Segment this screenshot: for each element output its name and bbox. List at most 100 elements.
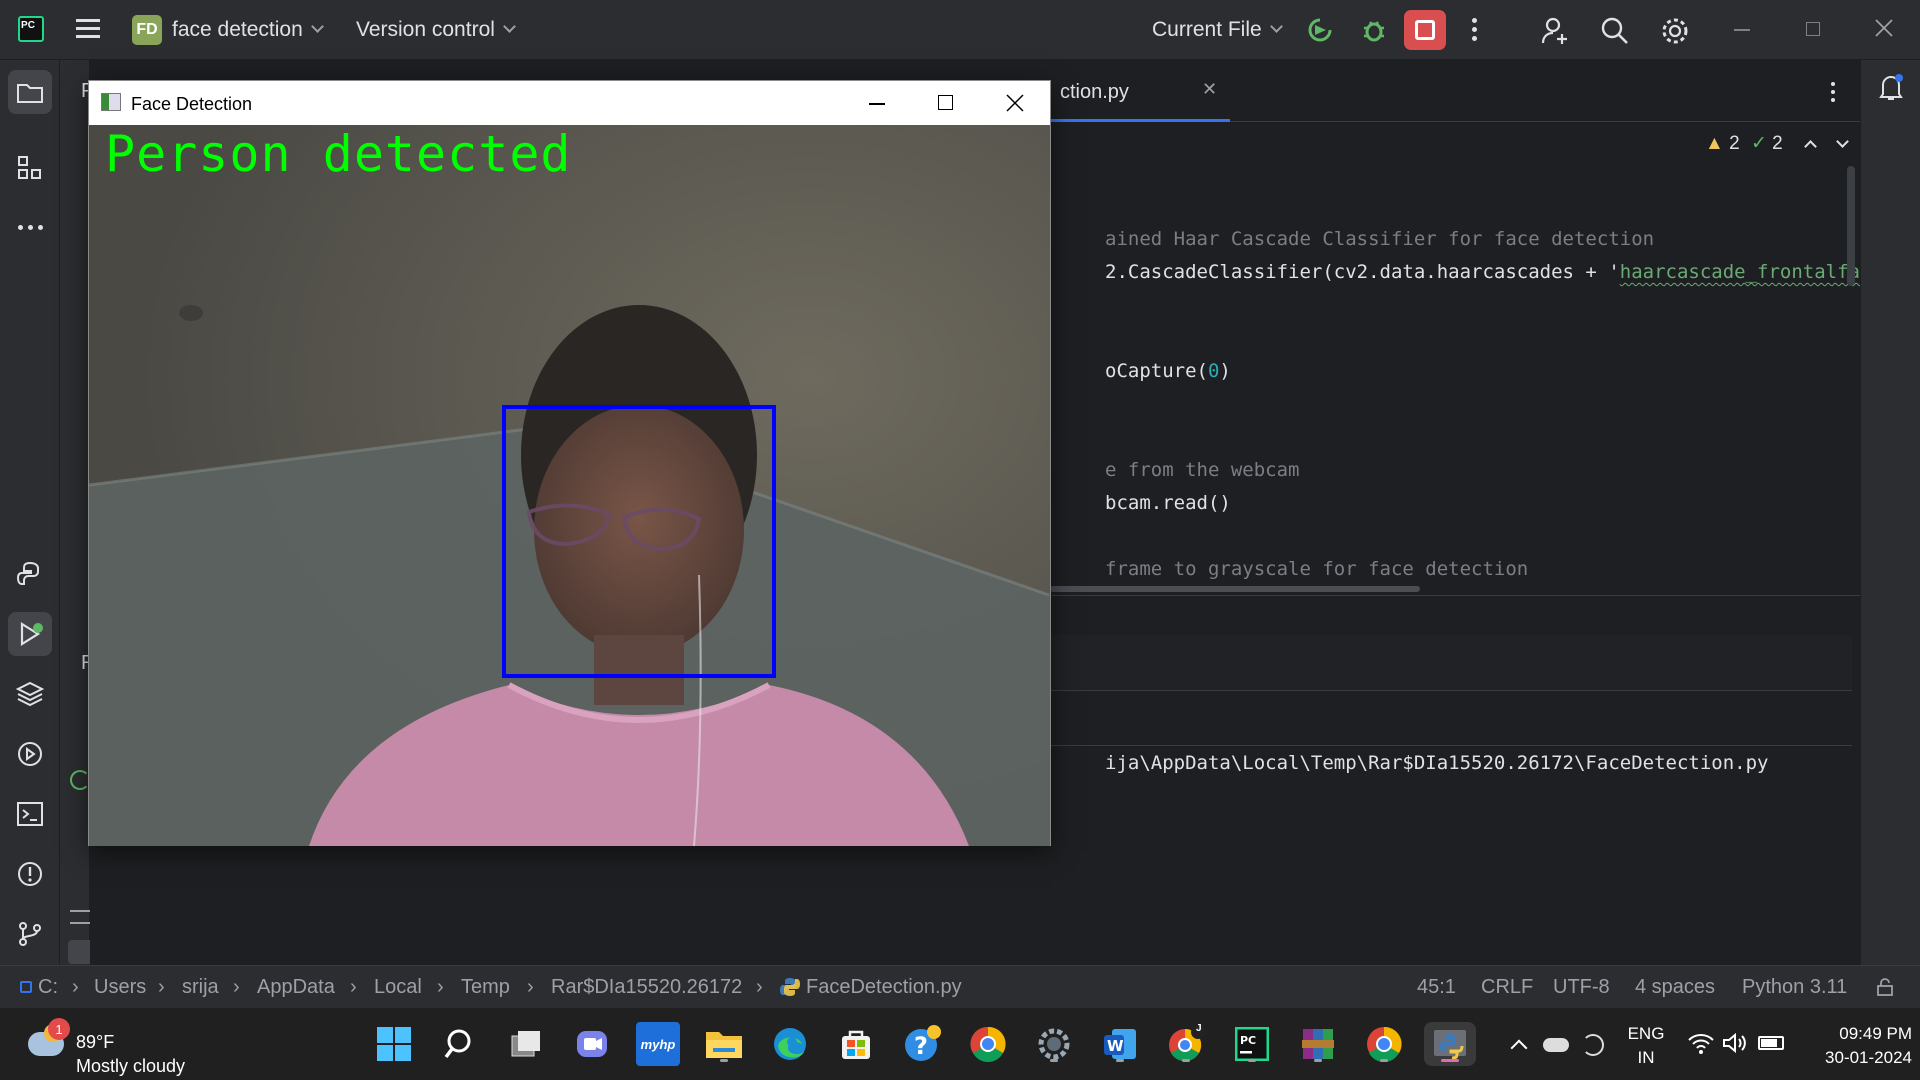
volume-icon[interactable]	[1722, 1032, 1748, 1054]
code-line-1[interactable]: ained Haar Cascade Classifier for face d…	[1105, 228, 1654, 250]
chrome-icon[interactable]	[966, 1022, 1010, 1066]
more-actions-icon[interactable]	[1472, 18, 1478, 42]
word-icon[interactable]: W	[1098, 1022, 1142, 1066]
code-line-2[interactable]: 2.CascadeClassifier(cv2.data.haarcascade…	[1105, 261, 1883, 283]
face-detection-window[interactable]: Face Detection Person detected	[88, 80, 1051, 846]
fd-maximize-icon[interactable]	[938, 95, 953, 110]
python-console-icon[interactable]	[16, 560, 44, 588]
tray-overflow-icon[interactable]	[1510, 1039, 1528, 1057]
terminal-icon[interactable]	[16, 800, 44, 828]
python-interpreter[interactable]: Python 3.11	[1742, 976, 1847, 999]
more-tools-icon[interactable]	[18, 225, 44, 231]
chrome-second-icon[interactable]	[1362, 1022, 1406, 1066]
drive-icon	[20, 981, 32, 993]
editor-v-scrollbar[interactable]	[1847, 166, 1855, 286]
run-output-line: ija\AppData\Local\Temp\Rar$DIa15520.2617…	[1105, 752, 1769, 774]
code-line-3[interactable]: oCapture(0)	[1105, 360, 1231, 382]
code-line-5[interactable]: bcam.read()	[1105, 492, 1231, 514]
code-line-4[interactable]: e from the webcam	[1105, 459, 1299, 481]
file-explorer-icon[interactable]	[702, 1022, 746, 1066]
ide-minimize-icon[interactable]	[1734, 29, 1750, 31]
stop-button[interactable]	[1404, 10, 1446, 50]
sync-icon[interactable]	[1582, 1034, 1604, 1056]
breadcrumb-item[interactable]: Local	[374, 976, 422, 999]
weather-widget[interactable]: 1 89°F Mostly cloudy	[18, 1018, 198, 1076]
detection-overlay-text: Person detected	[105, 125, 572, 183]
get-help-icon[interactable]: ?	[900, 1022, 944, 1066]
chrome-profile-icon[interactable]: J	[1164, 1022, 1208, 1066]
onedrive-icon[interactable]	[1543, 1038, 1569, 1052]
editor-h-scrollbar[interactable]	[1050, 586, 1420, 592]
main-menu-icon[interactable]	[76, 19, 100, 39]
wifi-icon[interactable]	[1688, 1032, 1714, 1054]
python-window-icon[interactable]	[1424, 1022, 1476, 1066]
lock-icon[interactable]	[1876, 978, 1894, 996]
next-highlight-icon[interactable]	[1836, 135, 1850, 148]
git-branch-icon[interactable]	[16, 920, 44, 948]
pycharm-taskbar-icon[interactable]: PC	[1230, 1022, 1274, 1066]
breadcrumb-item[interactable]: Temp	[461, 976, 510, 999]
project-badge: FD	[132, 15, 162, 45]
run-tool-icon[interactable]	[8, 612, 52, 656]
taskbar-search-icon[interactable]	[438, 1022, 482, 1066]
breadcrumb-separator-icon: ›	[72, 976, 79, 998]
add-user-icon[interactable]	[1540, 16, 1570, 46]
ide-restore-icon[interactable]	[1806, 22, 1820, 36]
pycharm-logo-icon[interactable]: PC	[18, 16, 44, 42]
caret-position[interactable]: 45:1	[1417, 976, 1456, 999]
tab-options-icon[interactable]	[1831, 82, 1836, 104]
breadcrumb-item[interactable]: Users	[94, 976, 146, 999]
myhp-app-icon[interactable]: myhp	[636, 1022, 680, 1066]
layers-icon[interactable]	[16, 680, 44, 708]
run-config-selector[interactable]: Current File	[1152, 18, 1283, 42]
indent-setting[interactable]: 4 spaces	[1635, 976, 1715, 999]
project-selector[interactable]: face detection	[172, 18, 324, 42]
task-view-icon[interactable]	[504, 1022, 548, 1066]
breadcrumb-item[interactable]: C:	[38, 976, 58, 999]
problems-icon[interactable]	[16, 860, 44, 888]
soft-wrap-icon[interactable]	[70, 910, 92, 924]
breadcrumb-item[interactable]: srija	[182, 976, 219, 999]
running-indicator	[1116, 1059, 1124, 1062]
teams-chat-icon[interactable]	[570, 1022, 614, 1066]
search-icon[interactable]	[1600, 16, 1630, 46]
right-tool-strip	[1860, 60, 1920, 965]
clock-time: 09:49 PM	[1839, 1024, 1912, 1043]
editor-tab-active[interactable]: ction.py ✕	[1048, 60, 1230, 122]
notifications-bell-icon[interactable]	[1877, 72, 1905, 102]
edge-browser-icon[interactable]	[768, 1022, 812, 1066]
winrar-icon[interactable]	[1296, 1022, 1340, 1066]
clock[interactable]: 09:49 PM 30-01-2024	[1800, 1022, 1912, 1070]
running-indicator	[1248, 1059, 1256, 1062]
services-icon[interactable]	[16, 740, 44, 768]
prev-highlight-icon[interactable]	[1804, 140, 1817, 153]
ide-close-icon[interactable]	[1874, 18, 1894, 38]
code-line-6[interactable]: frame to grayscale for face detection	[1105, 558, 1528, 580]
breadcrumb-item[interactable]: AppData	[257, 976, 335, 999]
breadcrumb-separator-icon: ›	[233, 976, 240, 998]
fd-titlebar[interactable]: Face Detection	[89, 81, 1050, 125]
breadcrumb-item[interactable]: FaceDetection.py	[806, 976, 962, 999]
file-encoding[interactable]: UTF-8	[1553, 976, 1610, 999]
battery-icon[interactable]	[1758, 1036, 1784, 1050]
line-separator[interactable]: CRLF	[1481, 976, 1533, 999]
fd-close-icon[interactable]	[1006, 94, 1024, 112]
rerun-small-icon[interactable]	[70, 770, 90, 790]
structure-icon[interactable]	[16, 154, 44, 182]
running-indicator	[1182, 1059, 1190, 1062]
inspection-widget[interactable]: ▲ 2 ✓ 2	[1705, 132, 1850, 156]
running-indicator	[1380, 1059, 1388, 1062]
rerun-icon[interactable]	[1306, 16, 1334, 44]
microsoft-store-icon[interactable]	[834, 1022, 878, 1066]
settings-app-icon[interactable]	[1032, 1022, 1076, 1066]
debug-icon[interactable]	[1360, 16, 1388, 44]
vcs-selector[interactable]: Version control	[356, 18, 516, 42]
settings-gear-icon[interactable]	[1660, 16, 1690, 46]
project-folder-icon[interactable]	[8, 70, 52, 114]
tab-close-icon[interactable]: ✕	[1202, 79, 1217, 100]
start-button[interactable]	[372, 1022, 416, 1066]
breadcrumb-item[interactable]: Rar$DIa15520.26172	[551, 976, 742, 999]
language-indicator[interactable]: ENG IN	[1626, 1022, 1666, 1070]
fd-minimize-icon[interactable]	[869, 103, 885, 105]
status-bar: C: Users srija AppData Local Temp Rar$DIa15520…	[0, 965, 1920, 1007]
